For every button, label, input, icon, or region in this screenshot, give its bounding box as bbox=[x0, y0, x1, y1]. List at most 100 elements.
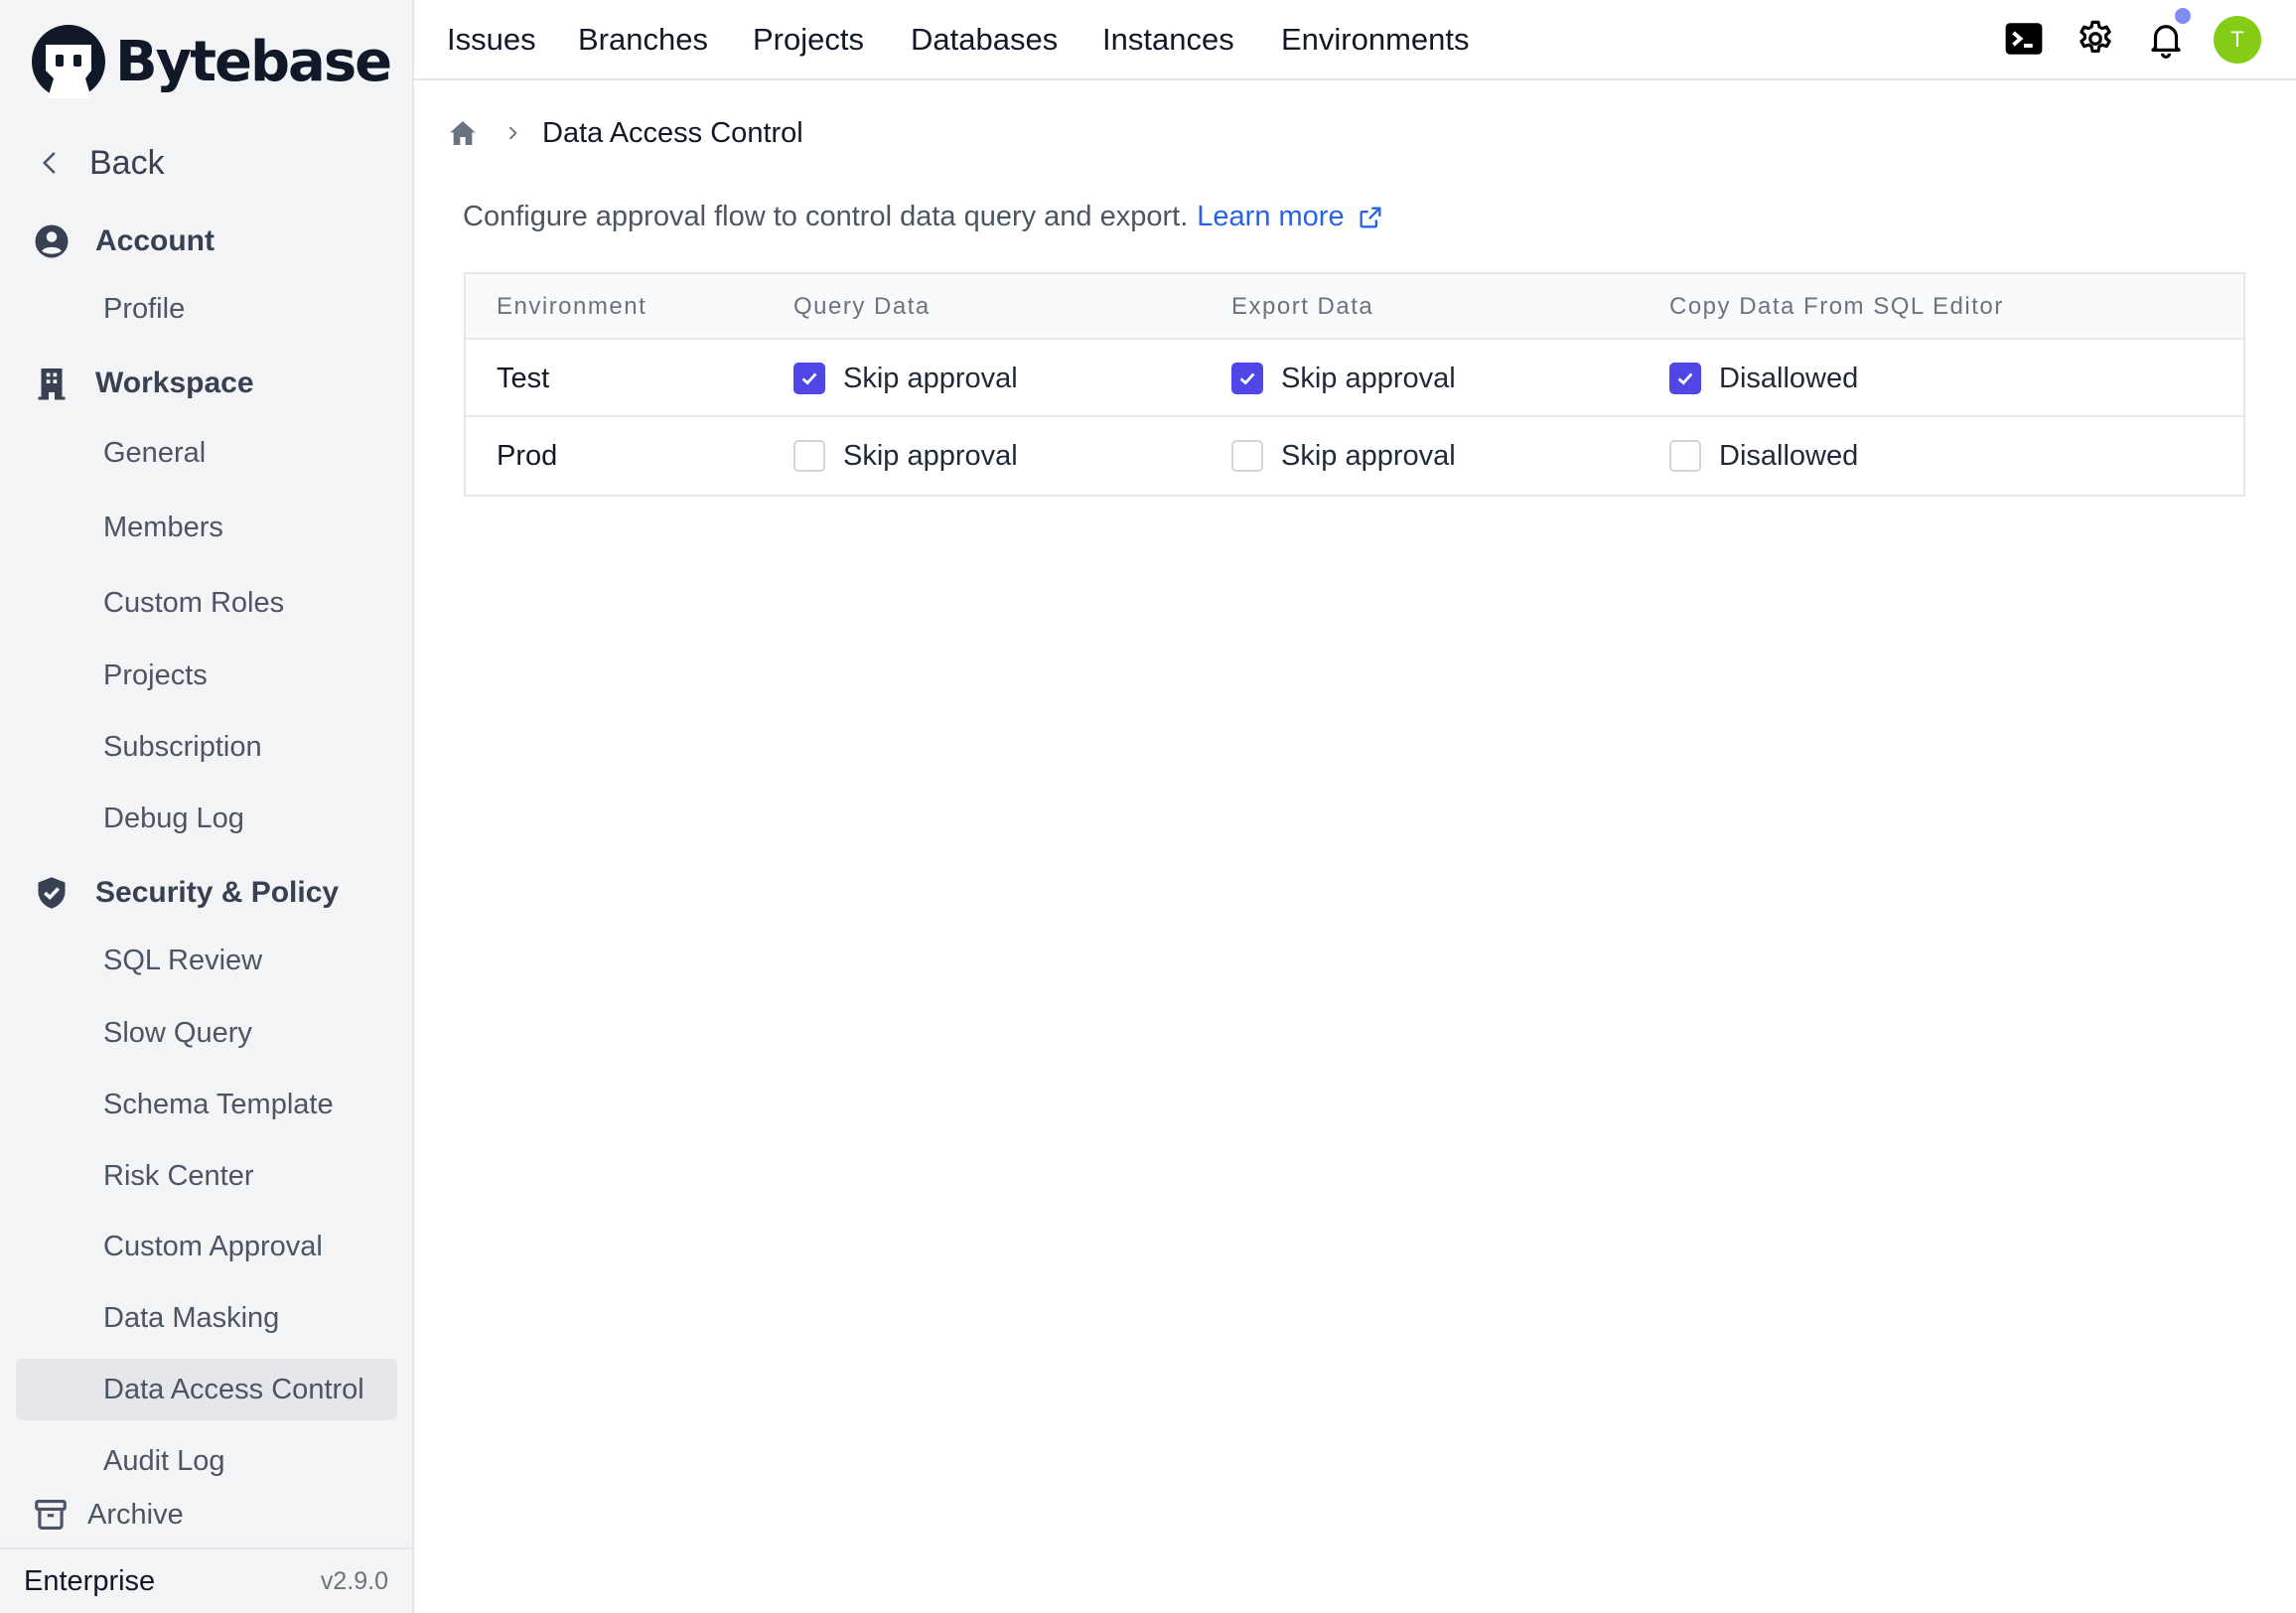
nav-instances[interactable]: Instances bbox=[1102, 0, 1234, 79]
copy-cell: Disallowed bbox=[1669, 340, 1858, 417]
avatar[interactable]: T bbox=[2214, 16, 2261, 64]
app: Bytebase Back Account Profile Workspace … bbox=[0, 0, 2296, 1613]
export-cell: Skip approval bbox=[1231, 417, 1456, 495]
logo[interactable]: Bytebase bbox=[30, 24, 392, 99]
nav-projects[interactable]: Projects bbox=[753, 0, 864, 79]
checkbox-label: Skip approval bbox=[1281, 362, 1456, 394]
environment-cell: Prod bbox=[497, 439, 558, 472]
sidebar-item-slow-query[interactable]: Slow Query bbox=[16, 1002, 397, 1064]
sidebar-item-audit-log[interactable]: Audit Log bbox=[16, 1430, 397, 1492]
learn-more-link[interactable]: Learn more bbox=[1197, 201, 1383, 233]
nav-issues[interactable]: Issues bbox=[447, 0, 536, 79]
sidebar-item-data-access-control[interactable]: Data Access Control bbox=[16, 1359, 397, 1420]
check-icon bbox=[801, 372, 817, 385]
sidebar-section-account: Account bbox=[32, 218, 215, 265]
item-label: Data Access Control bbox=[103, 1373, 364, 1405]
back-label: Back bbox=[89, 143, 165, 182]
checkbox-box[interactable] bbox=[793, 440, 825, 472]
section-label: Security & Policy bbox=[95, 876, 340, 909]
data-access-table: Environment Query Data Export Data Copy … bbox=[464, 272, 2245, 497]
breadcrumb-current: Data Access Control bbox=[542, 116, 803, 149]
table-body: Test Skip approval Skip approval Disallo… bbox=[466, 340, 2243, 495]
description-text: Configure approval flow to control data … bbox=[463, 201, 1189, 232]
item-label: Custom Roles bbox=[103, 586, 285, 619]
copy-disallowed-checkbox[interactable]: Disallowed bbox=[1669, 363, 1858, 395]
sidebar-item-debug-log[interactable]: Debug Log bbox=[16, 788, 397, 849]
item-label: Members bbox=[103, 511, 223, 543]
query-cell: Skip approval bbox=[793, 340, 1018, 417]
export-skip-approval-checkbox[interactable]: Skip approval bbox=[1231, 363, 1456, 395]
item-label: Slow Query bbox=[103, 1016, 252, 1049]
checkbox-box[interactable] bbox=[793, 363, 825, 394]
breadcrumb: Data Access Control bbox=[447, 111, 803, 155]
archive-label: Archive bbox=[87, 1498, 184, 1531]
sidebar-section-workspace: Workspace bbox=[32, 360, 254, 407]
table-row: Prod Skip approval Skip approval Disallo… bbox=[466, 417, 2243, 495]
checkbox-box[interactable] bbox=[1669, 440, 1701, 472]
copy-disallowed-checkbox[interactable]: Disallowed bbox=[1669, 440, 1858, 473]
sidebar-item-risk-center[interactable]: Risk Center bbox=[16, 1145, 397, 1207]
sidebar-item-sql-review[interactable]: SQL Review bbox=[16, 930, 397, 991]
sidebar-item-general[interactable]: General bbox=[16, 422, 397, 484]
home-icon[interactable] bbox=[447, 117, 479, 149]
bytebase-logo-icon bbox=[32, 25, 105, 98]
checkbox-box[interactable] bbox=[1669, 363, 1701, 394]
archive-icon bbox=[35, 1499, 67, 1531]
chevron-right-icon bbox=[508, 126, 517, 140]
plan-label[interactable]: Enterprise bbox=[24, 1565, 155, 1598]
terminal-icon bbox=[2005, 23, 2043, 55]
query-skip-approval-checkbox[interactable]: Skip approval bbox=[793, 440, 1018, 473]
checkbox-box[interactable] bbox=[1231, 363, 1263, 394]
section-label: Workspace bbox=[95, 367, 254, 399]
query-skip-approval-checkbox[interactable]: Skip approval bbox=[793, 363, 1018, 395]
chevron-left-icon bbox=[42, 152, 56, 174]
brand-name: Bytebase bbox=[115, 29, 392, 94]
terminal-button[interactable] bbox=[2001, 16, 2047, 62]
check-icon bbox=[1239, 372, 1255, 385]
sidebar-item-projects[interactable]: Projects bbox=[16, 645, 397, 706]
item-label: Subscription bbox=[103, 730, 262, 763]
sidebar-item-archive[interactable]: Archive bbox=[32, 1493, 184, 1537]
bell-icon bbox=[2151, 25, 2181, 59]
sidebar-item-schema-template[interactable]: Schema Template bbox=[16, 1074, 397, 1135]
sidebar-footer: Enterprise v2.9.0 bbox=[0, 1547, 412, 1613]
checkbox-box[interactable] bbox=[1231, 440, 1263, 472]
learn-more-label: Learn more bbox=[1197, 201, 1345, 232]
item-label: Projects bbox=[103, 659, 208, 691]
nav-databases[interactable]: Databases bbox=[911, 0, 1058, 79]
sidebar-item-members[interactable]: Members bbox=[16, 497, 397, 558]
column-header-environment: Environment bbox=[497, 293, 647, 320]
checkbox-label: Skip approval bbox=[1281, 439, 1456, 472]
checkbox-label: Skip approval bbox=[843, 439, 1018, 472]
column-header-query-data: Query Data bbox=[793, 293, 931, 320]
building-icon bbox=[32, 364, 72, 403]
column-header-export-data: Export Data bbox=[1231, 293, 1374, 320]
notification-dot bbox=[2175, 8, 2191, 24]
column-header-copy-data: Copy Data From SQL Editor bbox=[1669, 293, 2004, 320]
shield-check-icon bbox=[32, 873, 72, 913]
sidebar-item-custom-roles[interactable]: Custom Roles bbox=[16, 572, 397, 634]
table-row: Test Skip approval Skip approval Disallo… bbox=[466, 340, 2243, 417]
back-button[interactable]: Back bbox=[36, 139, 165, 187]
nav-environments[interactable]: Environments bbox=[1281, 0, 1470, 79]
section-label: Account bbox=[95, 224, 215, 257]
export-cell: Skip approval bbox=[1231, 340, 1456, 417]
sidebar-item-profile[interactable]: Profile bbox=[16, 278, 397, 340]
item-label: Risk Center bbox=[103, 1159, 254, 1192]
version-label: v2.9.0 bbox=[320, 1566, 388, 1595]
check-icon bbox=[1677, 372, 1693, 385]
item-label: Data Masking bbox=[103, 1301, 280, 1334]
sidebar-item-custom-approval[interactable]: Custom Approval bbox=[16, 1216, 397, 1277]
checkbox-label: Skip approval bbox=[843, 362, 1018, 394]
item-label: General bbox=[103, 436, 207, 469]
page-description: Configure approval flow to control data … bbox=[463, 201, 1384, 233]
sidebar-item-data-masking[interactable]: Data Masking bbox=[16, 1287, 397, 1349]
query-cell: Skip approval bbox=[793, 417, 1018, 495]
environment-cell: Test bbox=[497, 362, 550, 394]
nav-branches[interactable]: Branches bbox=[578, 0, 708, 79]
export-skip-approval-checkbox[interactable]: Skip approval bbox=[1231, 440, 1456, 473]
sidebar-item-subscription[interactable]: Subscription bbox=[16, 716, 397, 778]
item-label: Debug Log bbox=[103, 802, 244, 834]
settings-button[interactable] bbox=[2073, 16, 2118, 62]
notifications-button[interactable] bbox=[2143, 8, 2191, 62]
